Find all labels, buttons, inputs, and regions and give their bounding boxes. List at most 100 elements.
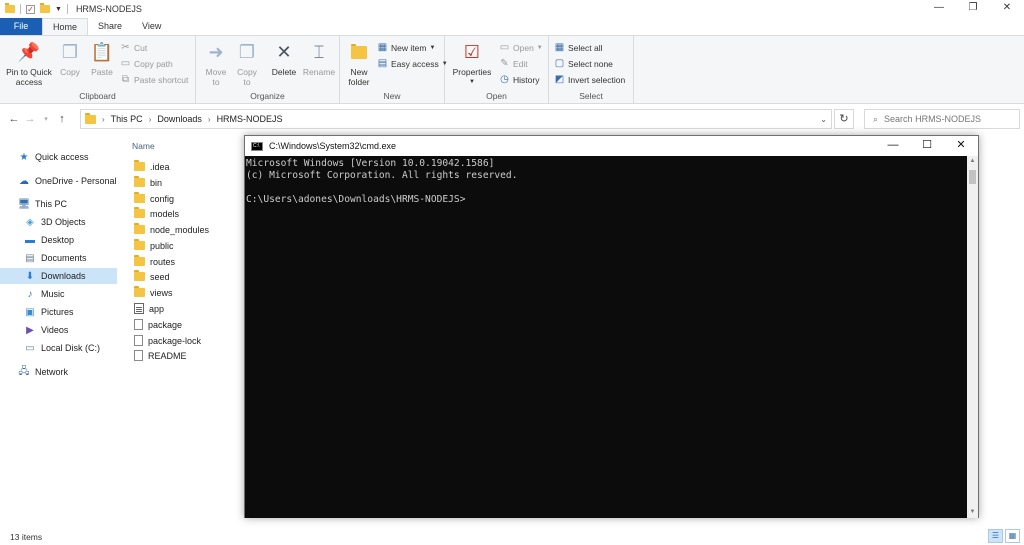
button-label: Easy access: [391, 58, 439, 69]
list-item[interactable]: views: [134, 285, 173, 300]
easy-access-button[interactable]: ▤ Easy access ▼: [377, 58, 448, 69]
copy-path-button[interactable]: ▭ Copy path: [120, 58, 173, 69]
details-view-icon[interactable]: ☰: [988, 529, 1003, 543]
file-icon: [134, 350, 143, 361]
cmd-minimize-button[interactable]: —: [876, 136, 910, 156]
folder-icon: [134, 223, 145, 234]
chevron-down-icon[interactable]: ⌄: [820, 115, 827, 124]
minimize-button[interactable]: —: [922, 0, 956, 18]
chevron-down-icon: ▼: [536, 44, 543, 51]
window-title: HRMS-NODEJS: [75, 4, 142, 14]
list-item[interactable]: seed: [134, 269, 170, 284]
select-all-button[interactable]: ▦ Select all: [554, 42, 603, 53]
button-label: Copy: [237, 67, 257, 77]
nav-item-this-pc[interactable]: 🖥 This PC: [18, 196, 67, 212]
properties-button[interactable]: ☑ Properties ▼: [449, 40, 495, 87]
group-label: Clipboard: [79, 91, 116, 101]
nav-item-documents[interactable]: ▤ Documents: [24, 250, 86, 266]
new-item-icon: ▦: [377, 42, 388, 53]
breadcrumb-hrms-nodejs[interactable]: HRMS-NODEJS: [217, 114, 283, 124]
list-item[interactable]: .idea: [134, 159, 170, 174]
copy-button[interactable]: ❐ Copy: [56, 40, 84, 77]
scroll-down-icon[interactable]: ▼: [967, 507, 978, 518]
nav-item-music[interactable]: ♪ Music: [24, 286, 65, 302]
tab-file[interactable]: File: [0, 18, 42, 35]
cmd-maximize-button[interactable]: ☐: [910, 136, 944, 156]
copy-to-button[interactable]: ❐ Copy to: [233, 40, 261, 87]
search-input[interactable]: ⌕ Search HRMS-NODEJS: [864, 109, 1020, 129]
refresh-button[interactable]: ↻: [834, 109, 854, 129]
list-item[interactable]: package: [134, 317, 182, 332]
list-item[interactable]: README: [134, 348, 187, 363]
customize-toolbar-icon[interactable]: ▼: [55, 6, 62, 13]
nav-item-pictures[interactable]: ▣ Pictures: [24, 304, 73, 320]
list-item[interactable]: public: [134, 238, 174, 253]
new-folder-button[interactable]: New folder: [343, 40, 375, 87]
group-label: New: [383, 91, 401, 101]
scroll-thumb[interactable]: [969, 170, 976, 184]
nav-item-3d-objects[interactable]: ◈ 3D Objects: [24, 214, 85, 230]
paste-button[interactable]: 📋 Paste: [88, 40, 116, 77]
chevron-right-icon[interactable]: ›: [208, 115, 211, 124]
list-item[interactable]: node_modules: [134, 222, 209, 237]
copy-path-icon: ▭: [120, 58, 131, 69]
delete-button[interactable]: ✕ Delete: [268, 40, 300, 77]
nav-item-downloads[interactable]: ⬇ Downloads: [0, 268, 117, 284]
button-label: Rename: [302, 67, 336, 77]
select-none-button[interactable]: ▢ Select none: [554, 58, 613, 69]
nav-item-network[interactable]: 🖧 Network: [18, 364, 68, 380]
history-icon: ◷: [500, 74, 509, 85]
nav-item-quick-access[interactable]: ★ Quick access: [18, 149, 89, 165]
folder-icon: [134, 239, 145, 250]
cmd-title-bar[interactable]: C:\ C:\Windows\System32\cmd.exe — ☐ ✕: [245, 136, 978, 156]
button-label: Delete: [271, 67, 297, 77]
cmd-scrollbar[interactable]: ▲ ▼: [967, 156, 978, 518]
nav-item-videos[interactable]: ▶ Videos: [24, 322, 68, 338]
new-folder-icon[interactable]: [40, 3, 50, 13]
nav-item-desktop[interactable]: ▬ Desktop: [24, 232, 74, 248]
breadcrumb-this-pc[interactable]: This PC: [111, 114, 143, 124]
chevron-right-icon[interactable]: ›: [149, 115, 152, 124]
cmd-close-button[interactable]: ✕: [944, 136, 978, 156]
open-button[interactable]: ▭ Open ▼: [499, 42, 543, 53]
recent-locations-chevron-icon[interactable]: ▾: [38, 115, 54, 123]
navigation-pane: ★ Quick access ☁ OneDrive - Personal 🖥 T…: [0, 140, 125, 520]
cut-button[interactable]: ✂ Cut: [120, 42, 147, 53]
list-item[interactable]: package-lock: [134, 333, 201, 348]
list-item[interactable]: bin: [134, 175, 162, 190]
up-arrow-icon[interactable]: ↑: [54, 113, 70, 125]
move-to-button[interactable]: ➜ Move to: [202, 40, 230, 87]
list-item[interactable]: config: [134, 191, 174, 206]
console-output[interactable]: Microsoft Windows [Version 10.0.19042.15…: [245, 156, 967, 518]
network-icon: 🖧: [18, 365, 30, 377]
properties-icon[interactable]: ✓: [26, 4, 35, 14]
tab-share[interactable]: Share: [88, 18, 132, 35]
large-icons-view-icon[interactable]: ▦: [1005, 529, 1020, 543]
address-input[interactable]: › This PC › Downloads › HRMS-NODEJS ⌄: [80, 109, 832, 129]
list-item[interactable]: routes: [134, 254, 175, 269]
tab-home[interactable]: Home: [42, 18, 89, 35]
invert-selection-button[interactable]: ◩ Invert selection: [554, 74, 625, 85]
nav-item-local-disk[interactable]: ▭ Local Disk (C:): [24, 340, 100, 356]
maximize-button[interactable]: ❐: [956, 0, 990, 18]
column-header-name[interactable]: Name: [132, 141, 155, 151]
cmd-window[interactable]: C:\ C:\Windows\System32\cmd.exe — ☐ ✕ Mi…: [244, 135, 979, 518]
list-item[interactable]: models: [134, 206, 179, 221]
open-group: ☑ Properties ▼ ▭ Open ▼ ✎ Edit ◷ History…: [445, 36, 549, 104]
list-item[interactable]: app: [134, 301, 164, 316]
nav-item-onedrive[interactable]: ☁ OneDrive - Personal: [18, 173, 117, 189]
edit-button[interactable]: ✎ Edit: [499, 58, 527, 69]
rename-button[interactable]: ⌶ Rename: [302, 40, 336, 77]
chevron-right-icon[interactable]: ›: [102, 115, 105, 124]
breadcrumb-downloads[interactable]: Downloads: [157, 114, 202, 124]
pin-to-quick-access-button[interactable]: 📌 Pin to Quick access: [4, 40, 54, 87]
back-arrow-icon[interactable]: ←: [6, 113, 22, 125]
scroll-up-icon[interactable]: ▲: [967, 156, 978, 167]
history-button[interactable]: ◷ History: [499, 74, 539, 85]
forward-arrow-icon[interactable]: →: [22, 113, 38, 125]
file-name: routes: [150, 256, 176, 267]
paste-shortcut-button[interactable]: ⧉ Paste shortcut: [120, 74, 188, 85]
tab-view[interactable]: View: [132, 18, 171, 35]
new-item-button[interactable]: ▦ New item ▼: [377, 42, 436, 53]
close-button[interactable]: ✕: [990, 0, 1024, 18]
